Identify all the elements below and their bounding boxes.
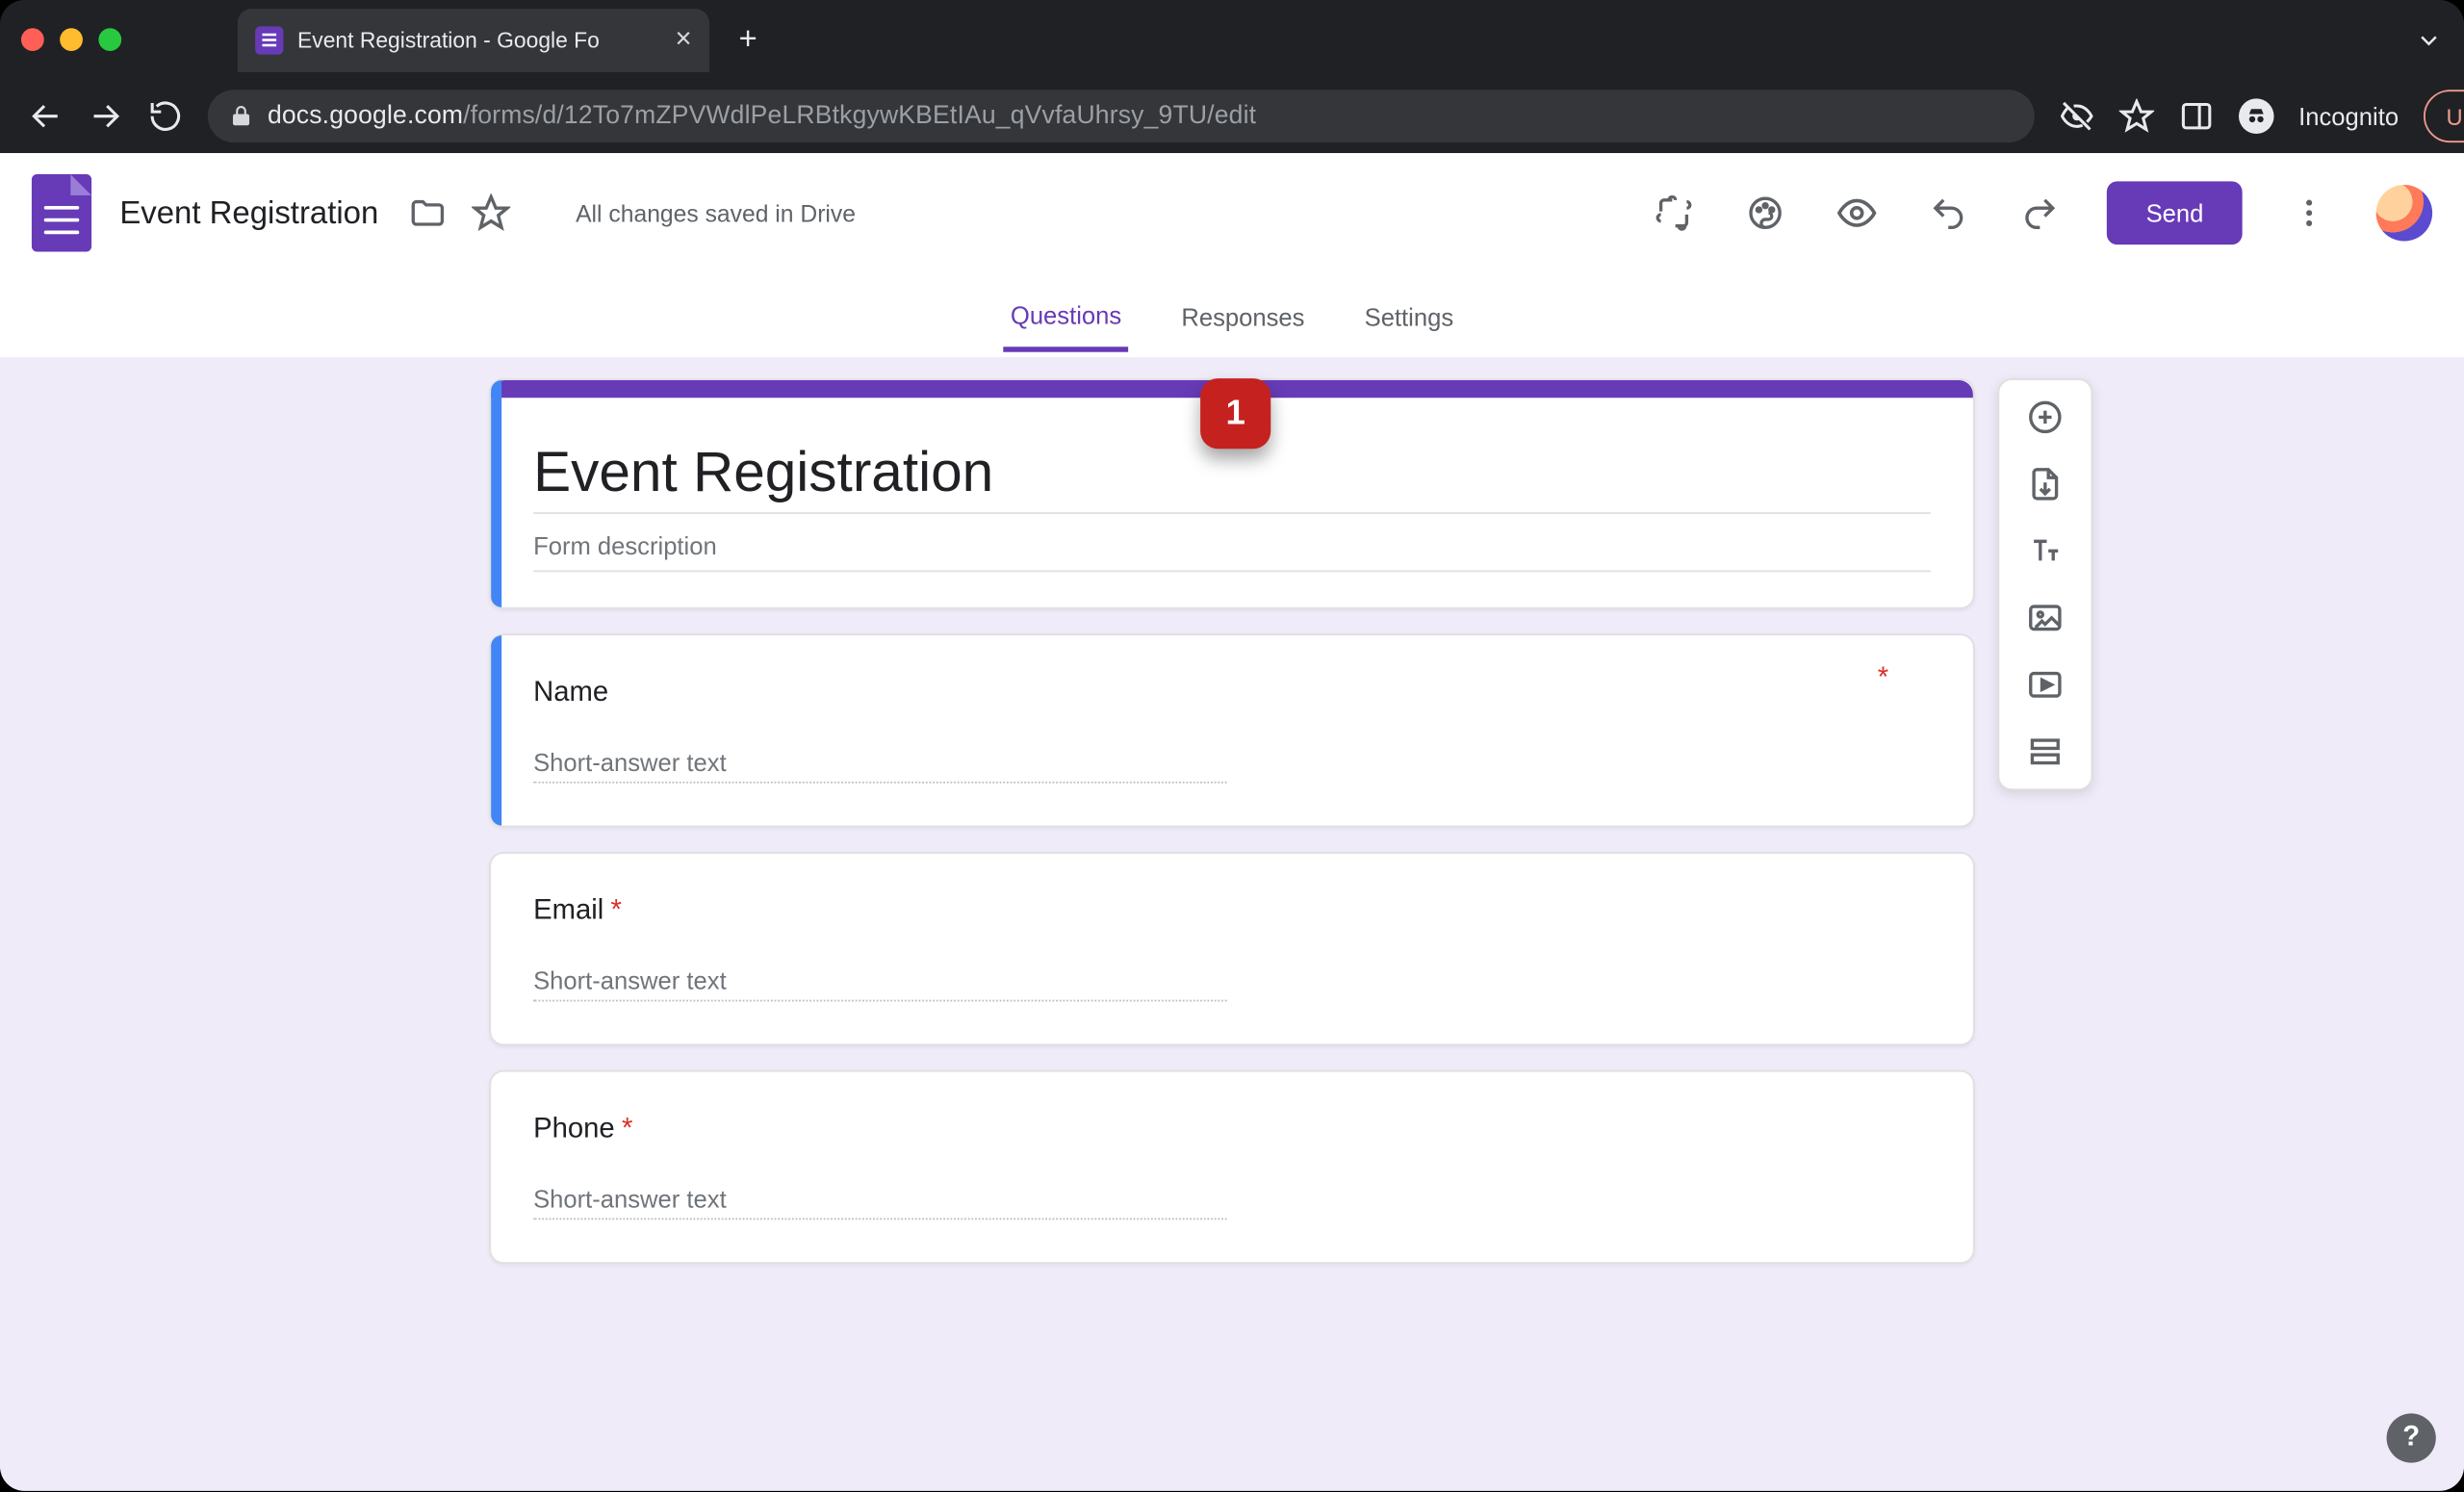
answer-placeholder: Short-answer text (533, 1185, 1226, 1221)
answer-placeholder: Short-answer text (533, 748, 1226, 784)
addons-button[interactable] (1650, 189, 1699, 238)
form-canvas: Event Registration Form description Name… (0, 357, 2464, 1491)
close-tab-icon[interactable]: × (676, 24, 692, 56)
bookmark-star-icon[interactable] (2119, 98, 2155, 134)
forms-favicon-icon (255, 26, 283, 54)
update-label: Update (2446, 103, 2464, 129)
save-status: All changes saved in Drive (576, 200, 856, 226)
form-body: Event Registration Form description Name… (489, 378, 1974, 1264)
doc-title-input[interactable]: Event Registration (113, 191, 386, 235)
incognito-icon (2239, 98, 2274, 134)
question-card-name[interactable]: Name * Short-answer text (489, 633, 1974, 827)
forms-logo-icon[interactable] (32, 174, 91, 251)
undo-button[interactable] (1924, 189, 1973, 238)
minimize-window-button[interactable] (60, 28, 83, 51)
move-to-folder-button[interactable] (407, 192, 449, 234)
account-avatar[interactable] (2376, 185, 2433, 242)
browser-window: Event Registration - Google Fo × + docs.… (0, 0, 2464, 1491)
question-card-email[interactable]: Email * Short-answer text (489, 852, 1974, 1045)
answer-placeholder: Short-answer text (533, 966, 1226, 1002)
address-bar: docs.google.com/forms/d/12To7mZPVWdlPeLR… (0, 79, 2464, 153)
browser-tab-title: Event Registration - Google Fo (297, 27, 600, 52)
app-header: Event Registration All changes saved in … (0, 153, 2464, 274)
question-title[interactable]: Phone (533, 1115, 615, 1146)
add-section-button[interactable] (2026, 733, 2065, 771)
form-title-input[interactable]: Event Registration (533, 440, 1931, 514)
url-path: /forms/d/12To7mZPVWdlPeLRBtkgywKBEtIAu_q… (463, 102, 1256, 130)
forms-app: Event Registration All changes saved in … (0, 153, 2464, 1491)
close-window-button[interactable] (21, 28, 44, 51)
add-title-button[interactable] (2026, 531, 2065, 570)
question-title[interactable]: Email (533, 896, 603, 928)
star-button[interactable] (470, 192, 512, 234)
forward-button[interactable] (88, 97, 123, 136)
form-description-input[interactable]: Form description (533, 521, 1931, 572)
reload-button[interactable] (148, 97, 184, 136)
required-asterisk: * (622, 1115, 632, 1146)
import-questions-button[interactable] (2026, 465, 2065, 503)
preview-button[interactable] (1833, 189, 1882, 238)
question-toolbar (1997, 378, 2092, 790)
omnibox[interactable]: docs.google.com/forms/d/12To7mZPVWdlPeLR… (208, 90, 2035, 142)
form-tabs: Questions Responses Settings (0, 274, 2464, 361)
help-button[interactable]: ? (2387, 1413, 2436, 1462)
url-host: docs.google.com (268, 102, 463, 130)
add-video-button[interactable] (2026, 665, 2065, 704)
customize-theme-button[interactable] (1741, 189, 1790, 238)
add-image-button[interactable] (2026, 599, 2065, 637)
new-tab-button[interactable]: + (724, 15, 773, 64)
eye-off-icon[interactable] (2059, 98, 2094, 134)
browser-tab[interactable]: Event Registration - Google Fo × (238, 8, 709, 71)
question-title[interactable]: Name (533, 678, 608, 709)
tabs-overflow-button[interactable] (2415, 26, 2443, 54)
fullscreen-window-button[interactable] (98, 28, 121, 51)
question-card-phone[interactable]: Phone * Short-answer text (489, 1070, 1974, 1264)
update-button[interactable]: Update ⋮ (2424, 90, 2464, 142)
add-question-button[interactable] (2026, 398, 2065, 436)
titlebar: Event Registration - Google Fo × + (0, 0, 2464, 79)
selection-bar (491, 635, 501, 825)
back-button[interactable] (28, 97, 64, 136)
panel-icon[interactable] (2179, 98, 2215, 134)
required-asterisk: * (611, 896, 622, 928)
incognito-label: Incognito (2298, 102, 2399, 130)
selection-bar (491, 380, 501, 607)
tab-questions[interactable]: Questions (1004, 283, 1129, 351)
window-controls (21, 28, 121, 51)
lock-icon (229, 104, 254, 129)
send-button[interactable]: Send (2107, 181, 2242, 244)
tab-settings[interactable]: Settings (1357, 285, 1460, 348)
tutorial-step-badge: 1 (1200, 378, 1270, 449)
url-text: docs.google.com/forms/d/12To7mZPVWdlPeLR… (268, 102, 1256, 130)
required-asterisk: * (1878, 663, 1888, 695)
toolbar-right: Incognito Update ⋮ (2059, 90, 2464, 142)
more-menu-button[interactable] (2285, 189, 2334, 238)
redo-button[interactable] (2015, 189, 2065, 238)
tab-responses[interactable]: Responses (1174, 285, 1312, 348)
